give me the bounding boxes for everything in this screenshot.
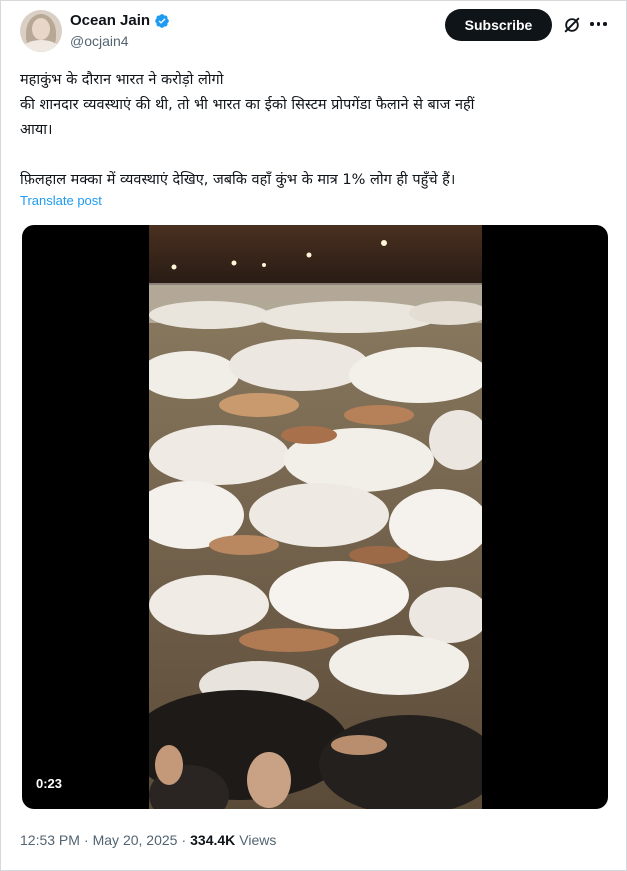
author-display-name[interactable]: Ocean Jain <box>70 12 150 29</box>
views-label: Views <box>239 832 277 848</box>
avatar-face <box>32 18 50 40</box>
translate-post-link[interactable]: Translate post <box>20 193 102 208</box>
grok-slash-icon[interactable] <box>563 16 581 34</box>
video-frame[interactable] <box>149 225 482 809</box>
post-text: महाकुंभ के दौरान भारत ने करोड़ो लोगो की … <box>20 68 610 193</box>
more-dots-icon[interactable] <box>590 22 607 26</box>
author-handle[interactable]: @ocjain4 <box>70 33 129 49</box>
author-name-row[interactable]: Ocean Jain <box>70 12 170 29</box>
post-text-line-2: की शानदार व्यवस्थाएं की थी, तो भी भारत क… <box>20 97 475 113</box>
post-time[interactable]: 12:53 PM <box>20 832 80 848</box>
subscribe-button[interactable]: Subscribe <box>445 9 552 41</box>
post-date[interactable]: May 20, 2025 <box>93 832 178 848</box>
post-text-line-3: आया। <box>20 122 53 138</box>
meta-separator: · <box>181 832 187 848</box>
verified-badge-icon <box>155 13 169 28</box>
post-text-line-4: फ़िलहाल मक्का में व्यवस्थाएं देखिए, जबकि… <box>20 172 456 188</box>
views-count: 334.4K <box>190 832 236 848</box>
meta-separator: · <box>83 832 89 848</box>
post-text-line-1: महाकुंभ के दौरान भारत ने करोड़ो लोगो <box>20 72 224 88</box>
video-thumbnail <box>149 225 482 809</box>
video-player[interactable]: 0:23 <box>22 225 608 809</box>
avatar[interactable] <box>20 10 62 52</box>
post-metadata: 12:53 PM · May 20, 2025 · 334.4K Views <box>20 832 276 848</box>
video-duration: 0:23 <box>36 776 63 791</box>
